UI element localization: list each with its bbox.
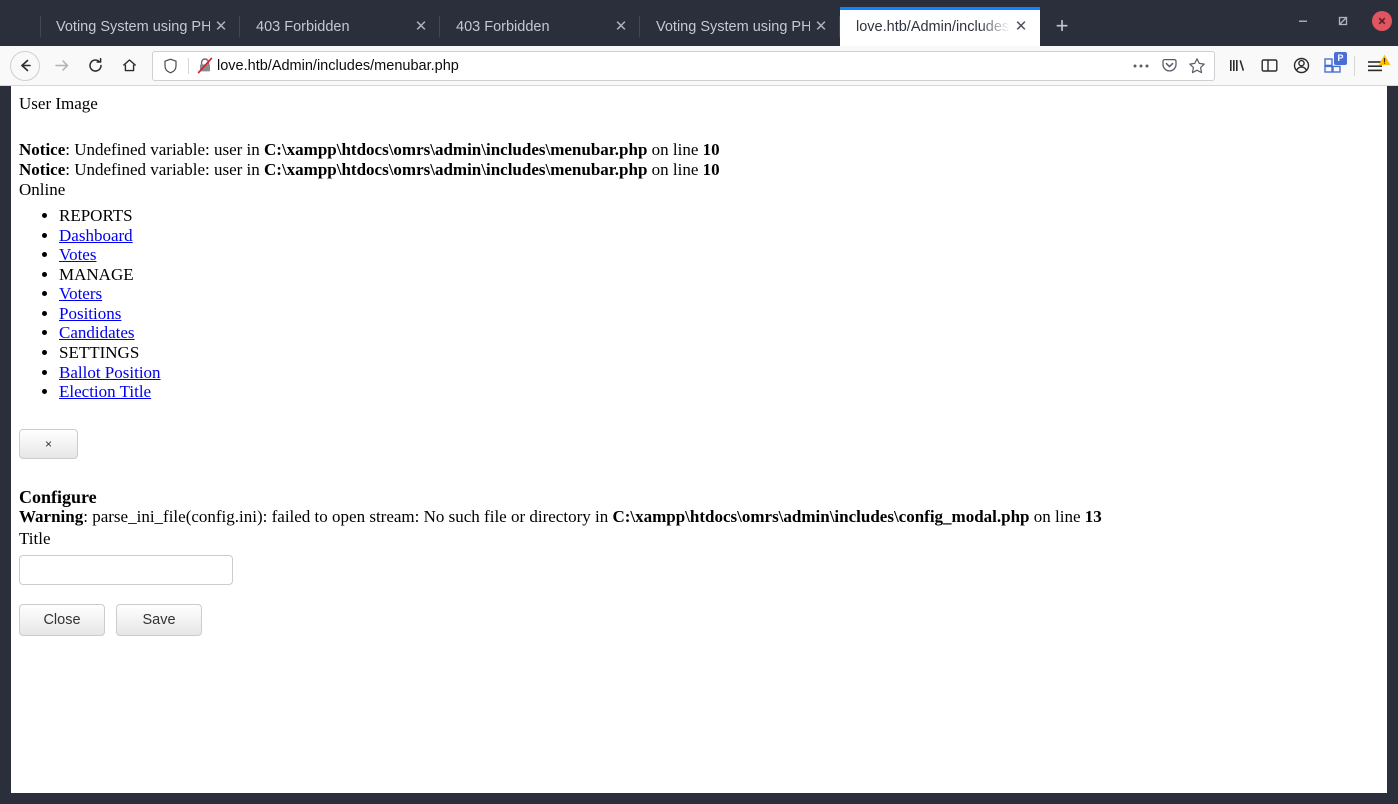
new-tab-button[interactable]: + — [1044, 8, 1080, 44]
menu-item-settings: SETTINGS — [59, 343, 139, 362]
forward-button-icon — [44, 50, 78, 82]
configure-heading: Configure — [19, 487, 1379, 508]
browser-window: Voting System using PHP ✕ 403 Forbidden … — [0, 0, 1398, 804]
browser-tab-2[interactable]: 403 Forbidden ✕ — [240, 7, 440, 46]
page-actions-icon[interactable] — [1128, 53, 1154, 79]
list-item: MANAGE — [59, 265, 1379, 285]
list-item: SETTINGS — [59, 343, 1379, 363]
tab-close-icon[interactable]: ✕ — [810, 16, 832, 38]
window-controls — [1292, 10, 1392, 32]
site-identity-block — [159, 57, 217, 74]
list-item: Dashboard — [59, 226, 1379, 246]
menu-item-positions[interactable]: Positions — [59, 304, 121, 323]
notice-line: 10 — [703, 140, 720, 159]
browser-tab-5-active[interactable]: love.htb/Admin/includes/me ✕ — [840, 7, 1040, 46]
admin-menu-list: REPORTS Dashboard Votes MANAGE Voters Po… — [19, 206, 1379, 401]
menu-item-voters[interactable]: Voters — [59, 284, 102, 303]
container-tabs-icon[interactable]: P — [1317, 50, 1349, 82]
php-notice-1: Notice: Undefined variable: user in C:\x… — [19, 140, 1379, 160]
menu-item-candidates[interactable]: Candidates — [59, 323, 135, 342]
modal-dismiss-button[interactable]: × — [19, 429, 78, 459]
tab-close-icon[interactable]: ✕ — [410, 16, 432, 38]
tab-title: 403 Forbidden — [456, 19, 610, 35]
bookmark-star-icon[interactable] — [1184, 53, 1210, 79]
tab-strip: Voting System using PHP ✕ 403 Forbidden … — [0, 0, 1398, 46]
toolbar-right-icons: P — [1221, 50, 1392, 82]
notice-level: Notice — [19, 140, 65, 159]
tab-close-icon[interactable]: ✕ — [210, 16, 232, 38]
warning-line: 13 — [1085, 507, 1102, 526]
tab-title: love.htb/Admin/includes/me — [856, 19, 1010, 35]
list-item: Candidates — [59, 323, 1379, 343]
list-item: Positions — [59, 304, 1379, 324]
tab-title: Voting System using PHP — [656, 19, 810, 35]
insecure-lock-icon[interactable] — [197, 57, 217, 74]
list-item: REPORTS — [59, 206, 1379, 226]
menu-item-dashboard[interactable]: Dashboard — [59, 226, 133, 245]
tab-close-icon[interactable]: ✕ — [1010, 16, 1032, 38]
url-text[interactable]: love.htb/Admin/includes/menubar.php — [217, 58, 1128, 74]
tab-title: Voting System using PHP — [56, 19, 210, 35]
user-image-text: User Image — [19, 94, 1379, 114]
address-bar[interactable]: love.htb/Admin/includes/menubar.php — [152, 51, 1215, 81]
shield-icon[interactable] — [159, 58, 182, 74]
warning-online: on line — [1030, 507, 1085, 526]
list-item: Ballot Position — [59, 363, 1379, 383]
menu-item-election-title[interactable]: Election Title — [59, 382, 151, 401]
notice-path: C:\xampp\htdocs\omrs\admin\includes\menu… — [264, 160, 647, 179]
tab-close-icon[interactable]: ✕ — [610, 16, 632, 38]
notice-level: Notice — [19, 160, 65, 179]
hamburger-menu-icon[interactable] — [1360, 50, 1392, 82]
pocket-icon[interactable] — [1156, 53, 1182, 79]
web-page-content: User Image Notice: Undefined variable: u… — [11, 86, 1387, 793]
tab-title: 403 Forbidden — [256, 19, 410, 35]
identity-divider — [188, 58, 189, 74]
notice-text: : Undefined variable: user in — [65, 140, 264, 159]
menu-item-votes[interactable]: Votes — [59, 245, 96, 264]
reload-button-icon[interactable] — [78, 50, 112, 82]
title-input[interactable] — [19, 555, 233, 585]
container-badge: P — [1334, 52, 1347, 65]
account-icon[interactable] — [1285, 50, 1317, 82]
sidebar-icon[interactable] — [1253, 50, 1285, 82]
warning-text: : parse_ini_file(config.ini): failed to … — [83, 507, 612, 526]
close-button[interactable]: Close — [19, 604, 105, 636]
back-button-icon[interactable] — [10, 51, 40, 81]
title-field-label: Title — [19, 529, 1379, 549]
warning-level: Warning — [19, 507, 83, 526]
browser-tab-3[interactable]: 403 Forbidden ✕ — [440, 7, 640, 46]
toolbar-divider — [1354, 56, 1355, 76]
minimize-icon[interactable] — [1292, 10, 1314, 32]
online-status-text: Online — [19, 180, 1379, 200]
list-item: Election Title — [59, 382, 1379, 402]
menu-item-manage: MANAGE — [59, 265, 134, 284]
menu-item-ballot-position[interactable]: Ballot Position — [59, 363, 161, 382]
modal-button-row: Close Save — [19, 604, 1379, 636]
warning-path: C:\xampp\htdocs\omrs\admin\includes\conf… — [612, 507, 1029, 526]
page-viewport: User Image Notice: Undefined variable: u… — [0, 86, 1398, 804]
browser-tab-4[interactable]: Voting System using PHP ✕ — [640, 7, 840, 46]
notice-path: C:\xampp\htdocs\omrs\admin\includes\menu… — [264, 140, 647, 159]
home-button-icon[interactable] — [112, 50, 146, 82]
notice-online: on line — [647, 160, 702, 179]
php-warning: Warning: parse_ini_file(config.ini): fai… — [19, 508, 1379, 527]
menu-item-reports: REPORTS — [59, 206, 133, 225]
list-item: Votes — [59, 245, 1379, 265]
url-actions — [1128, 53, 1210, 79]
notice-line: 10 — [703, 160, 720, 179]
browser-tab-1[interactable]: Voting System using PHP ✕ — [40, 7, 240, 46]
notice-online: on line — [647, 140, 702, 159]
list-item: Voters — [59, 284, 1379, 304]
close-window-icon[interactable] — [1372, 11, 1392, 31]
library-icon[interactable] — [1221, 50, 1253, 82]
restore-icon[interactable] — [1332, 10, 1354, 32]
save-button[interactable]: Save — [116, 604, 202, 636]
notice-text: : Undefined variable: user in — [65, 160, 264, 179]
navigation-toolbar: love.htb/Admin/includes/menubar.php — [0, 46, 1398, 86]
update-warning-icon — [1378, 53, 1391, 71]
php-notice-2: Notice: Undefined variable: user in C:\x… — [19, 160, 1379, 180]
